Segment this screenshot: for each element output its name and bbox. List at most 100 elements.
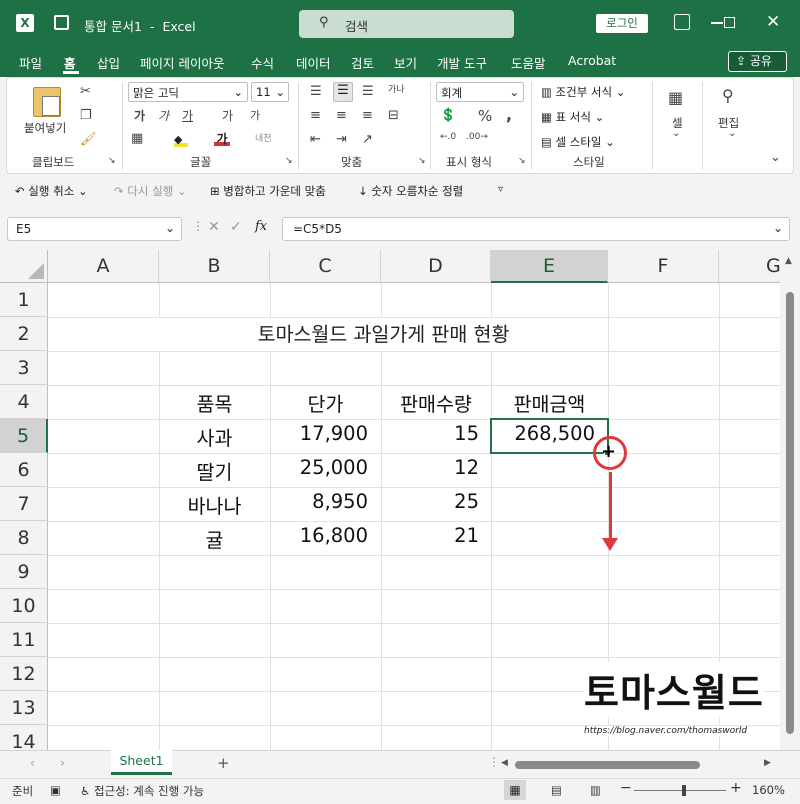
price-cell[interactable]: 25,000	[270, 456, 368, 479]
scroll-left-icon[interactable]: ◀	[501, 758, 508, 768]
percent-icon[interactable]: %	[478, 107, 492, 125]
find-icon[interactable]: ⚲	[722, 86, 734, 105]
qty-cell[interactable]: 25	[381, 490, 479, 513]
customize-qat-icon[interactable]: ▿	[498, 184, 503, 195]
column-header-f[interactable]: F	[608, 250, 719, 283]
enter-icon[interactable]: ✓	[230, 219, 242, 235]
alignment-launcher-icon[interactable]: ↘	[418, 156, 426, 166]
row-header-2[interactable]: 2	[0, 317, 48, 351]
expand-formula-icon[interactable]: ⌄	[773, 221, 783, 235]
name-box[interactable]: E5 ⌄	[7, 217, 182, 241]
formula-input[interactable]: =C5*D5 ⌄	[282, 217, 790, 241]
total-cell[interactable]: 268,500	[491, 422, 595, 445]
header-cell-price[interactable]: 단가	[270, 388, 381, 417]
fill-color-icon[interactable]: ◆	[174, 133, 188, 147]
row-header-9[interactable]: 9	[0, 555, 48, 589]
align-middle-icon[interactable]: ☰	[333, 82, 353, 102]
qty-cell[interactable]: 21	[381, 524, 479, 547]
borders-icon[interactable]: ▦	[131, 131, 143, 146]
prev-sheet-icon[interactable]: ‹	[30, 756, 35, 770]
page-layout-view-icon[interactable]: ▤	[551, 783, 562, 797]
search-box[interactable]: ⚲ 검색	[299, 10, 514, 38]
comma-style-icon[interactable]: ,	[506, 105, 512, 124]
bold-button[interactable]: 가	[134, 107, 145, 124]
align-right-icon[interactable]: ≡	[362, 108, 373, 123]
add-sheet-button[interactable]: +	[217, 754, 230, 772]
price-cell[interactable]: 17,900	[270, 422, 368, 445]
menu-review[interactable]: 검토	[351, 53, 374, 72]
column-header-a[interactable]: A	[48, 250, 159, 283]
column-header-g[interactable]: G	[719, 250, 780, 283]
ribbon-display-icon[interactable]	[674, 14, 690, 30]
format-table-button[interactable]: ▦ 표 서식 ⌄	[541, 109, 604, 125]
accounting-icon[interactable]: 💲	[440, 108, 456, 123]
decrease-decimal-icon[interactable]: .00→	[466, 132, 488, 142]
row-header-6[interactable]: 6	[0, 453, 48, 487]
maximize-icon[interactable]	[724, 17, 735, 28]
item-cell[interactable]: 바나나	[159, 490, 270, 519]
undo-button[interactable]: ↶ 실행 취소 ⌄	[15, 183, 88, 199]
price-cell[interactable]: 16,800	[270, 524, 368, 547]
menu-home[interactable]: 홈	[64, 53, 76, 72]
share-button[interactable]: ⇪ 공유	[728, 51, 787, 72]
paste-icon[interactable]	[33, 87, 61, 117]
increase-decimal-icon[interactable]: ←.0	[440, 132, 456, 142]
align-bottom-icon[interactable]: ☰	[362, 84, 374, 99]
increase-font-button[interactable]: 가	[222, 107, 233, 124]
phonetic-icon[interactable]: 내천	[255, 131, 272, 144]
merge-center-button[interactable]: ⊞ 병합하고 가운데 맞춤	[210, 183, 326, 199]
row-header-5[interactable]: 5	[0, 419, 48, 453]
increase-indent-icon[interactable]: ⇥	[336, 132, 347, 147]
zoom-slider[interactable]	[634, 790, 726, 791]
number-format-select[interactable]: 회계 ⌄	[436, 82, 524, 102]
close-icon[interactable]: ✕	[766, 12, 780, 32]
orientation-icon[interactable]: ↗	[362, 132, 373, 147]
conditional-format-button[interactable]: ▥ 조건부 서식 ⌄	[541, 84, 625, 100]
menu-developer[interactable]: 개발 도구	[437, 53, 487, 72]
align-left-icon[interactable]: ≡	[310, 108, 321, 123]
menu-acrobat[interactable]: Acrobat	[568, 53, 616, 68]
format-painter-icon[interactable]: 🖌	[80, 132, 97, 147]
sheet-tab-sheet1[interactable]: Sheet1	[111, 750, 172, 775]
wrap-text-icon[interactable]: 가나	[388, 82, 405, 95]
collapse-ribbon-icon[interactable]: ⌄	[770, 150, 781, 165]
font-name-select[interactable]: 맑은 고딕 ⌄	[128, 82, 248, 102]
menu-formulas[interactable]: 수식	[251, 53, 274, 72]
header-cell-qty[interactable]: 판매수량	[381, 388, 491, 417]
save-icon[interactable]	[54, 15, 69, 30]
font-color-icon[interactable]: 가	[214, 130, 230, 146]
cells-icon[interactable]: ▦	[668, 88, 683, 107]
column-header-d[interactable]: D	[381, 250, 491, 283]
header-cell-total[interactable]: 판매금액	[491, 388, 608, 417]
accessibility-status[interactable]: ♿ 접근성: 계속 진행 가능	[80, 783, 204, 799]
menu-view[interactable]: 보기	[394, 53, 417, 72]
cancel-icon[interactable]: ✕	[208, 219, 220, 235]
qty-cell[interactable]: 12	[381, 456, 479, 479]
item-cell[interactable]: 귤	[159, 524, 270, 553]
row-header-14[interactable]: 14	[0, 725, 48, 750]
redo-button[interactable]: ↷ 다시 실행 ⌄	[114, 183, 187, 199]
normal-view-icon[interactable]: ▦	[504, 780, 526, 800]
menu-file[interactable]: 파일	[19, 53, 42, 72]
column-header-b[interactable]: B	[159, 250, 270, 283]
row-header-7[interactable]: 7	[0, 487, 48, 521]
menu-help[interactable]: 도움말	[511, 53, 546, 72]
sheet-title-cell[interactable]: 토마스월드 과일가게 판매 현황	[159, 318, 608, 351]
next-sheet-icon[interactable]: ›	[60, 756, 65, 770]
sort-ascending-button[interactable]: ↓ 숫자 오름차순 정렬	[358, 183, 463, 199]
align-center-icon[interactable]: ≡	[336, 108, 347, 123]
merge-center-icon[interactable]: ⊟	[388, 108, 399, 123]
row-header-12[interactable]: 12	[0, 657, 48, 691]
number-launcher-icon[interactable]: ↘	[518, 156, 526, 166]
row-header-3[interactable]: 3	[0, 351, 48, 385]
italic-button[interactable]: 가	[158, 107, 169, 124]
column-header-c[interactable]: C	[270, 250, 381, 283]
scroll-right-icon[interactable]: ▶	[764, 758, 771, 768]
cut-icon[interactable]: ✂	[80, 84, 91, 99]
decrease-indent-icon[interactable]: ⇤	[310, 132, 321, 147]
zoom-in-icon[interactable]: +	[730, 780, 742, 796]
menu-data[interactable]: 데이터	[296, 53, 331, 72]
menu-insert[interactable]: 삽입	[97, 53, 120, 72]
menu-page-layout[interactable]: 페이지 레이아웃	[140, 53, 224, 72]
row-header-13[interactable]: 13	[0, 691, 48, 725]
